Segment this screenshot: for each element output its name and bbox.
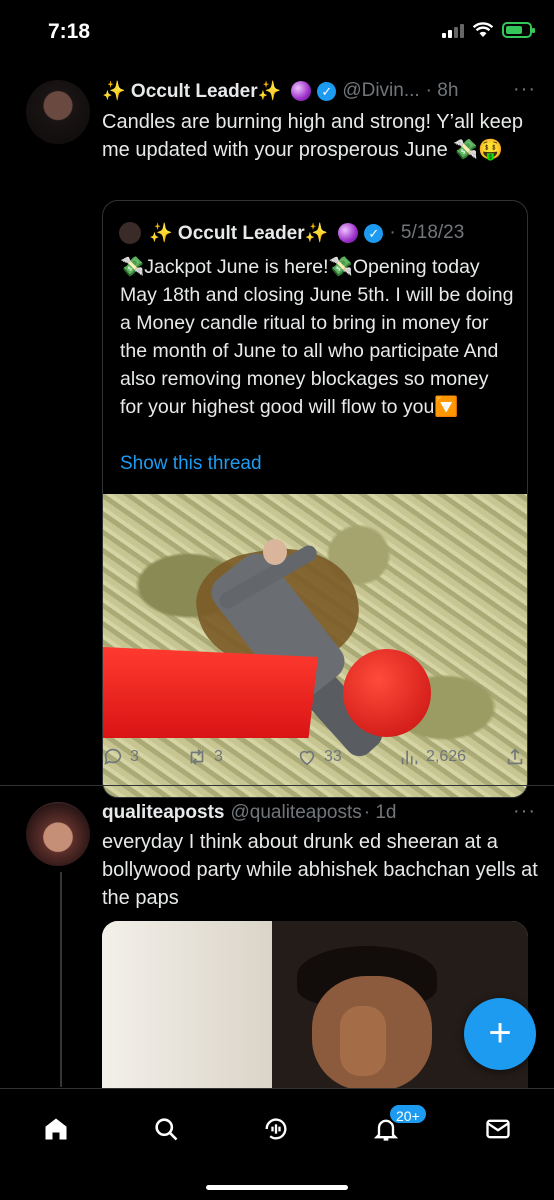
tweet-text: everyday I think about drunk ed sheeran …	[102, 831, 538, 909]
views-button[interactable]: 2,626	[398, 746, 466, 768]
crystal-ball-icon	[338, 223, 359, 243]
notification-badge: 20+	[388, 1103, 428, 1125]
views-icon	[401, 750, 418, 765]
view-count: 2,626	[426, 748, 467, 765]
cellular-signal-icon	[442, 22, 464, 38]
like-count: 33	[324, 748, 342, 765]
avatar[interactable]	[26, 80, 90, 144]
show-thread-link[interactable]: Show this thread	[120, 453, 262, 475]
retweet-count: 3	[214, 748, 223, 765]
reply-count: 3	[130, 748, 139, 765]
tweet-header: ✨ Occult Leader✨ ✓ @Divin... · 8h ···	[102, 78, 536, 104]
home-indicator[interactable]	[206, 1185, 348, 1190]
like-button[interactable]: 33	[296, 746, 342, 768]
quoted-tweet[interactable]: ✨ Occult Leader✨ ✓ · 5/18/23 💸Jackpot Ju…	[102, 200, 528, 798]
quoted-tweet-text: 💸Jackpot June is here!💸Opening today May…	[120, 256, 514, 418]
more-options-icon[interactable]: ···	[513, 800, 536, 823]
more-options-icon[interactable]: ···	[513, 78, 536, 101]
bottom-navigation: 20+	[0, 1088, 554, 1200]
compose-button[interactable]: +	[464, 998, 536, 1070]
author-handle[interactable]: @qualiteaposts	[230, 802, 361, 824]
verified-badge-icon: ✓	[317, 81, 337, 101]
search-icon	[155, 1118, 178, 1141]
author-name[interactable]: qualiteaposts	[102, 802, 224, 824]
share-icon	[507, 748, 523, 765]
reply-button[interactable]: 3	[102, 746, 139, 768]
spaces-icon	[265, 1118, 287, 1140]
author-handle[interactable]: @Divin...	[342, 80, 419, 102]
status-bar: 7:18	[0, 0, 554, 64]
tweet-occult-leader[interactable]: ✨ Occult Leader✨ ✓ @Divin... · 8h ··· Ca…	[0, 78, 554, 798]
quoted-tweet-date: · 5/18/23	[389, 222, 465, 243]
quoted-avatar	[119, 222, 141, 244]
avatar[interactable]	[26, 802, 90, 866]
tweet-actions: 3 3 33 2,626	[102, 741, 532, 773]
status-time: 7:18	[48, 20, 91, 43]
reply-icon	[104, 748, 122, 765]
nav-spaces[interactable]	[256, 1109, 296, 1149]
image-man-head	[263, 539, 287, 565]
nav-messages[interactable]	[478, 1109, 518, 1149]
nav-home[interactable]	[36, 1109, 76, 1149]
tweet-text: Candles are burning high and strong! Y’a…	[102, 111, 524, 161]
nav-search[interactable]	[146, 1109, 186, 1149]
retweet-icon	[190, 749, 204, 765]
red-exclamation-dot	[343, 649, 431, 737]
battery-icon	[502, 22, 535, 38]
tweet-image[interactable]	[102, 921, 528, 1091]
crystal-ball-icon	[291, 81, 312, 101]
tweet-header: qualiteaposts @qualiteaposts · 1d ···	[102, 800, 536, 826]
author-name[interactable]: ✨ Occult Leader✨	[102, 79, 281, 103]
tweet-time: · 8h	[425, 80, 459, 101]
retweet-button[interactable]: 3	[186, 746, 223, 768]
wifi-icon	[472, 22, 494, 37]
messages-icon	[486, 1119, 510, 1139]
tweet-time: · 1d	[363, 802, 397, 823]
tweet-divider	[0, 785, 554, 786]
heart-icon	[299, 750, 315, 766]
quoted-author-name: ✨ Occult Leader✨	[149, 223, 329, 244]
share-button[interactable]	[504, 746, 526, 768]
home-icon	[45, 1118, 67, 1140]
image-wall	[102, 921, 282, 1091]
status-icons	[442, 22, 535, 38]
verified-badge-icon: ✓	[364, 223, 384, 243]
red-exclamation-bar	[103, 646, 318, 738]
quoted-tweet-header: ✨ Occult Leader✨ ✓ · 5/18/23	[119, 221, 464, 245]
image-hand	[340, 1006, 386, 1076]
thread-line	[60, 872, 62, 1087]
